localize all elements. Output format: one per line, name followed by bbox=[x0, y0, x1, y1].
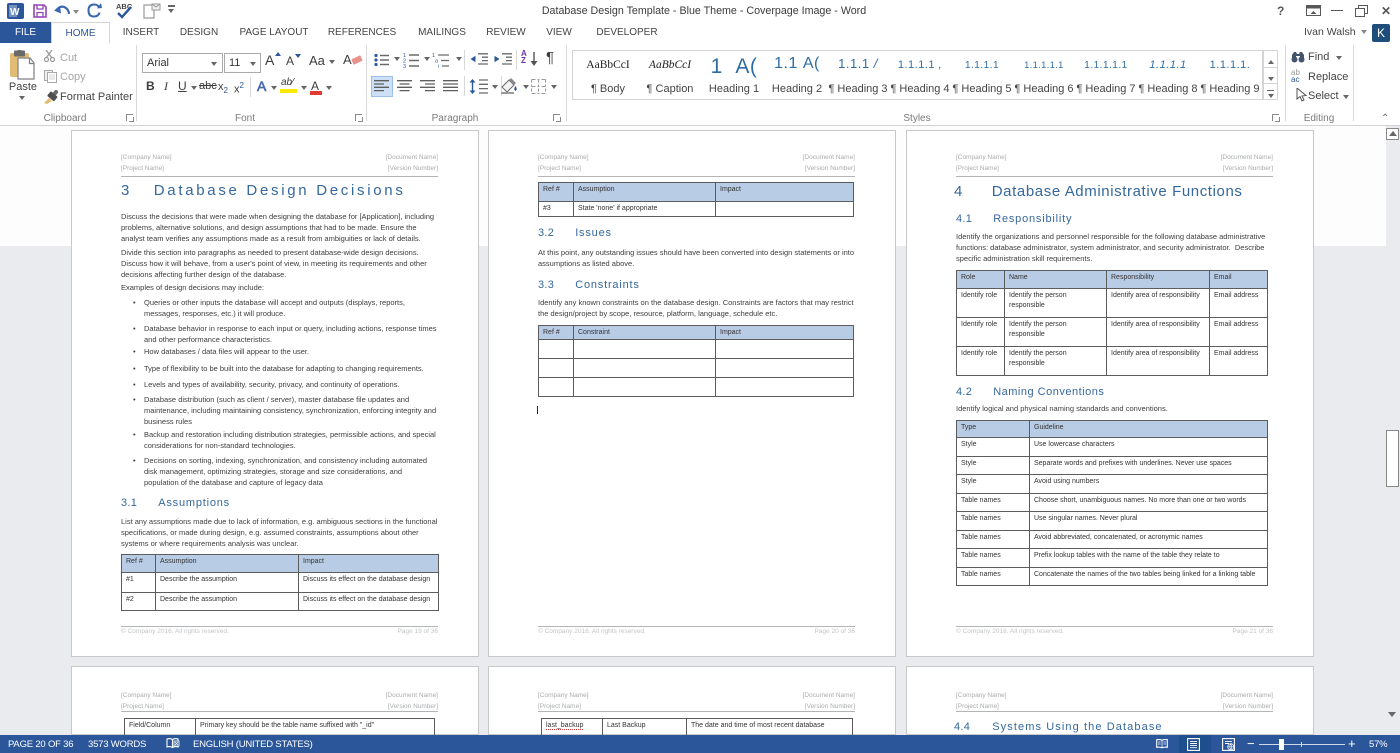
svg-text:3: 3 bbox=[403, 64, 406, 68]
svg-text:i: i bbox=[438, 64, 439, 68]
